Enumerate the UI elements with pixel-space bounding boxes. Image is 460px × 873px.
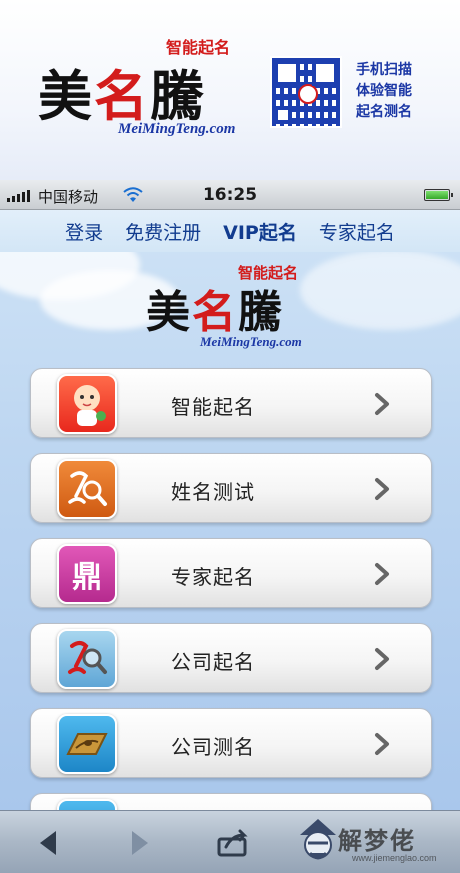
menu-item-label: 专家起名: [171, 565, 255, 589]
menu-item-expert-naming[interactable]: 鼎 专家起名: [30, 538, 432, 608]
company-name-icon: [57, 629, 117, 689]
company-test-icon: [57, 714, 117, 774]
name-magnifier-icon: [57, 459, 117, 519]
nav-expert-naming[interactable]: 专家起名: [319, 218, 395, 245]
chevron-right-icon: [375, 393, 389, 415]
menu-item-label: 姓名测试: [171, 480, 255, 504]
top-nav: 登录 免费注册 VIP起名 专家起名: [0, 210, 460, 252]
banner-logo-text: 美名騰: [38, 64, 206, 128]
baby-icon: [57, 374, 117, 434]
watermark-text: 解梦佬: [338, 827, 416, 855]
banner-tagline: 手机扫描 体验智能 起名测名: [356, 62, 412, 120]
main-menu: 智能起名 姓名测试 鼎 专家起名 公司起名 公司测名: [30, 368, 432, 810]
share-icon[interactable]: [216, 829, 250, 857]
watermark-url: www.jiemenglao.com: [352, 853, 437, 863]
phone-screen: 中国移动 16:25 登录 免费注册 VIP起名 专家起名 美名騰 智能起名 M…: [0, 180, 460, 873]
qr-code-icon: [270, 56, 342, 128]
forward-arrow-icon[interactable]: [124, 829, 154, 857]
menu-item-company-naming[interactable]: 公司起名: [30, 623, 432, 693]
nav-login[interactable]: 登录: [65, 218, 103, 245]
status-bar: 中国移动 16:25: [0, 180, 460, 210]
banner-url: MeiMingTeng.com: [118, 121, 236, 137]
nav-register[interactable]: 免费注册: [125, 218, 201, 245]
nav-vip-naming[interactable]: VIP起名: [223, 218, 297, 245]
menu-item-company-test[interactable]: 公司测名: [30, 708, 432, 778]
status-time: 16:25: [202, 185, 258, 205]
menu-item-name-test[interactable]: 姓名测试: [30, 453, 432, 523]
chevron-right-icon: [375, 478, 389, 500]
hero-slogan: 智能起名: [238, 264, 299, 282]
chevron-right-icon: [375, 648, 389, 670]
banner-slogan: 智能起名: [166, 38, 231, 57]
back-arrow-icon[interactable]: [34, 829, 64, 857]
hero-logo: 美名騰 智能起名 MeiMingTeng.com: [140, 262, 340, 362]
chevron-right-icon: [375, 563, 389, 585]
menu-item-smart-naming[interactable]: 智能起名: [30, 368, 432, 438]
battery-icon: [424, 189, 453, 201]
menu-item-label: 公司测名: [171, 735, 255, 759]
page-content: 登录 免费注册 VIP起名 专家起名 美名騰 智能起名 MeiMingTeng.…: [0, 210, 460, 810]
expert-icon: 鼎: [57, 544, 117, 604]
menu-item-label: 公司起名: [171, 650, 255, 674]
hero-logo-text: 美名騰: [146, 287, 284, 338]
banner-logo: 美名騰 智能起名 MeiMingTeng.com: [38, 34, 253, 144]
hero-url: MeiMingTeng.com: [200, 334, 302, 349]
menu-item-label: 智能起名: [171, 395, 255, 419]
browser-toolbar: 解梦佬 www.jiemenglao.com: [0, 810, 460, 873]
ad-banner: 美名騰 智能起名 MeiMingTeng.com 手机扫描 体验智能 起名测名: [0, 0, 460, 180]
chevron-right-icon: [375, 733, 389, 755]
menu-item-partial[interactable]: [30, 793, 432, 810]
menu-partial-icon: [57, 799, 117, 810]
